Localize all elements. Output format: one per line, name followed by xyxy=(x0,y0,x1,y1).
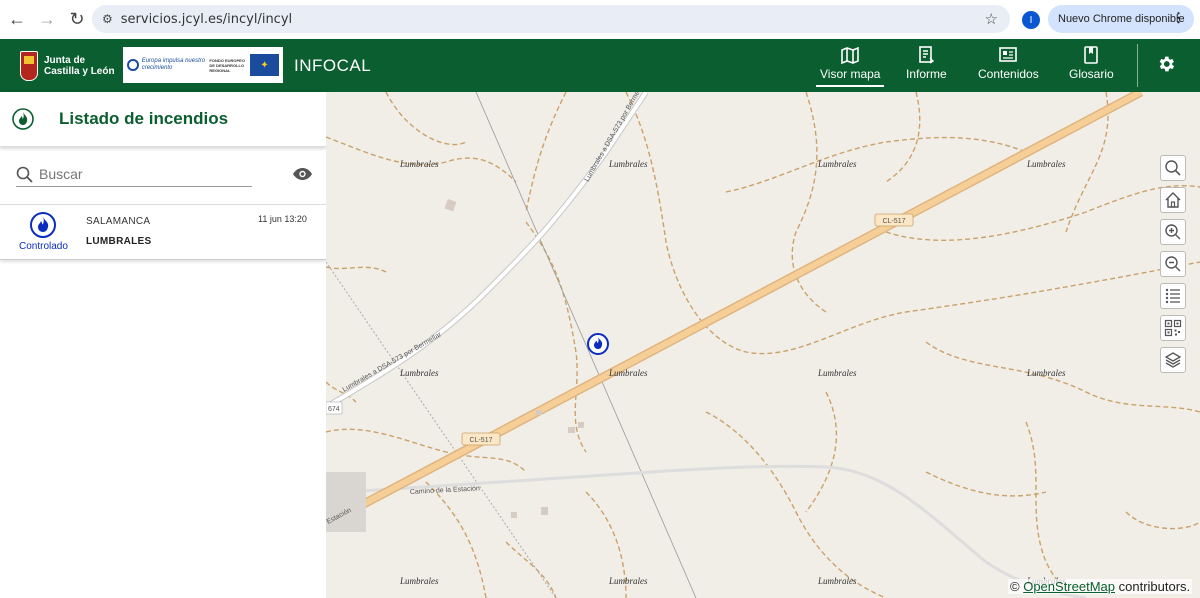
address-bar[interactable]: ⚙ servicios.jcyl.es/incyl/incyl ☆ xyxy=(92,5,1010,33)
nav-label: Glosario xyxy=(1069,67,1114,81)
qr-icon xyxy=(1164,319,1182,337)
qr-button[interactable] xyxy=(1160,315,1186,341)
main-road xyxy=(326,92,1143,527)
road-label-674: 674 xyxy=(328,406,340,413)
place-label: Lumbrales xyxy=(817,576,857,586)
zoom-in-icon xyxy=(1165,224,1181,240)
secondary-road-casing xyxy=(326,92,649,410)
place-label: Lumbrales xyxy=(1026,159,1066,169)
province-label: SALAMANCA xyxy=(86,216,151,227)
map-attribution: © OpenStreetMap contributors. xyxy=(1008,579,1193,594)
europa-swirl-icon xyxy=(127,59,139,71)
buildings xyxy=(326,198,584,532)
gear-icon[interactable] xyxy=(1156,54,1176,74)
search-icon xyxy=(1165,160,1181,176)
place-label: Lumbrales xyxy=(608,576,648,586)
home-icon xyxy=(1165,192,1181,208)
tracks xyxy=(326,92,1200,598)
book-icon xyxy=(1084,46,1099,64)
eu-slogan: Europa impulsa nuestro crecimiento xyxy=(141,58,206,71)
reload-icon[interactable]: ↻ xyxy=(62,5,92,35)
forward-icon[interactable]: → xyxy=(32,5,62,35)
attribution-suffix: contributors. xyxy=(1118,579,1191,594)
content-icon xyxy=(999,47,1018,62)
site-settings-icon[interactable]: ⚙ xyxy=(102,12,113,26)
place-label: Lumbrales xyxy=(817,368,857,378)
openstreetmap-link[interactable]: OpenStreetMap xyxy=(1023,579,1115,594)
map-canvas[interactable]: CL-517 CL-517 Lumbrales a DSA-573 por Be… xyxy=(326,92,1200,598)
layers-button[interactable] xyxy=(1160,347,1186,373)
map-search-button[interactable] xyxy=(1160,155,1186,181)
update-label: Nuevo Chrome disponible xyxy=(1058,13,1185,25)
fires-panel: Listado de incendios Controlado SALAMANC… xyxy=(0,92,326,598)
panel-title: Listado de incendios xyxy=(59,109,229,128)
secondary-road xyxy=(326,92,648,409)
nav-label: Visor mapa xyxy=(820,67,881,81)
report-icon xyxy=(919,46,935,64)
browser-toolbar: ← → ↻ ⚙ servicios.jcyl.es/incyl/incyl ☆ … xyxy=(0,0,1200,39)
place-label: Lumbrales xyxy=(399,368,439,378)
coat-of-arms-icon xyxy=(20,51,38,81)
place-label: Lumbrales xyxy=(817,159,857,169)
road-label-cl517-a: CL-517 xyxy=(883,218,906,225)
map-icon xyxy=(841,46,860,64)
eye-icon[interactable] xyxy=(292,167,313,181)
zoom-out-button[interactable] xyxy=(1160,251,1186,277)
back-icon[interactable]: ← xyxy=(2,5,32,35)
logo-line1: Junta de xyxy=(44,55,86,66)
nav-contenidos[interactable]: Contenidos xyxy=(978,46,1039,86)
nav-informe[interactable]: Informe xyxy=(906,46,947,86)
road-label-cl517-b: CL-517 xyxy=(470,437,493,444)
search-input[interactable] xyxy=(39,166,239,182)
nav-label: Contenidos xyxy=(978,67,1039,81)
fire-circle-icon xyxy=(12,108,34,130)
map-view[interactable]: CL-517 CL-517 Lumbrales a DSA-573 por Be… xyxy=(326,92,1200,598)
logo-line2: Castilla y León xyxy=(44,66,115,77)
eu-fund-text: FONDO EUROPEO DE DESARROLLO REGIONAL xyxy=(209,57,245,73)
date-label: 11 jun 13:20 xyxy=(258,214,307,224)
url-text: servicios.jcyl.es/incyl/incyl xyxy=(120,11,293,27)
app-title: INFOCAL xyxy=(294,56,372,75)
nav-label: Informe xyxy=(906,67,947,81)
eu-flag-icon: ✦ xyxy=(250,54,279,76)
list-item[interactable]: Controlado SALAMANCA LUMBRALES 11 jun 13… xyxy=(0,204,326,260)
municipality-label: LUMBRALES xyxy=(86,236,152,247)
eu-funding-logo: Europa impulsa nuestro crecimiento FONDO… xyxy=(123,47,283,83)
nav-visor-mapa[interactable]: Visor mapa xyxy=(815,46,886,87)
legend-button[interactable] xyxy=(1160,283,1186,309)
layers-icon xyxy=(1164,352,1182,368)
place-label: Lumbrales xyxy=(608,368,648,378)
zoom-out-icon xyxy=(1165,256,1181,272)
road-label-secondary-b: Lumbrales a DSA-573 por Bermellar xyxy=(342,331,444,394)
profile-avatar[interactable]: I xyxy=(1022,11,1040,29)
place-label: Lumbrales xyxy=(399,576,439,586)
attribution-prefix: © xyxy=(1010,579,1020,594)
menu-dots-icon[interactable]: ⋮ xyxy=(1172,10,1185,26)
app-header: Junta de Castilla y León Europa impulsa … xyxy=(0,39,1200,92)
place-label: Lumbrales xyxy=(608,159,648,169)
update-chrome-button[interactable]: Nuevo Chrome disponible ⋮ xyxy=(1048,5,1194,33)
panel-header: Listado de incendios xyxy=(0,92,326,147)
map-toolbar xyxy=(1160,155,1188,379)
legend-icon xyxy=(1165,288,1180,304)
jcyl-logo[interactable]: Junta de Castilla y León xyxy=(20,47,120,85)
status-label: Controlado xyxy=(19,241,68,252)
fire-marker[interactable] xyxy=(587,333,609,355)
place-label: Lumbrales xyxy=(399,159,439,169)
zoom-in-button[interactable] xyxy=(1160,219,1186,245)
place-label: Lumbrales xyxy=(1026,368,1066,378)
search-box xyxy=(16,162,252,187)
bookmark-star-icon[interactable]: ☆ xyxy=(985,10,998,28)
nav-glosario[interactable]: Glosario xyxy=(1069,46,1114,86)
fire-status-icon xyxy=(30,212,56,238)
home-button[interactable] xyxy=(1160,187,1186,213)
search-icon xyxy=(16,166,33,183)
nav-separator xyxy=(1137,44,1138,87)
